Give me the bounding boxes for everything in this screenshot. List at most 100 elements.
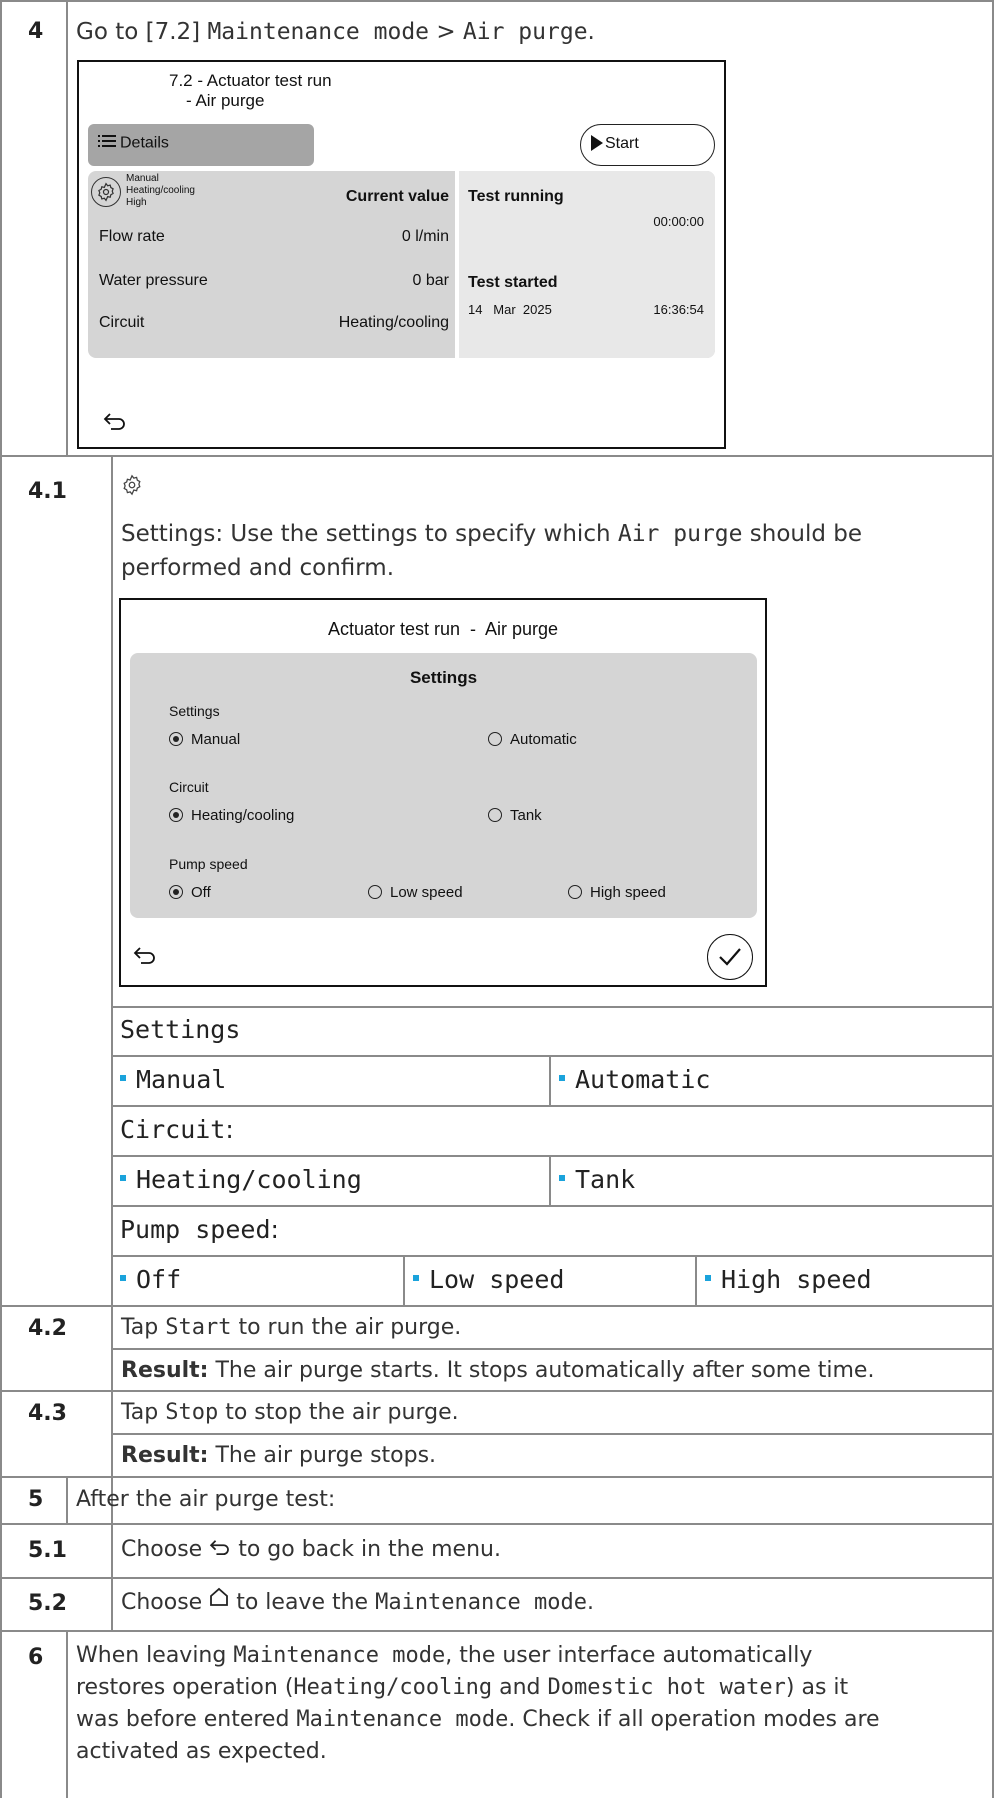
step-5-text: After the air purge test: xyxy=(76,1487,336,1512)
list-item: Heating/cooling xyxy=(120,1165,362,1194)
radio-unselected-icon xyxy=(368,885,382,900)
separator: > xyxy=(429,19,463,45)
radio-manual[interactable]: Manual xyxy=(169,731,240,748)
radio-label: Manual xyxy=(191,731,241,748)
step-number: 5.1 xyxy=(28,1538,67,1563)
step-6-text: When leaving Maintenance mode, the user … xyxy=(76,1640,880,1768)
values-panel: Manual Heating/cooling High Current valu… xyxy=(88,171,715,358)
step-number: 5 xyxy=(28,1487,44,1512)
step-4-2-result: Result: The air purge starts. It stops a… xyxy=(121,1354,874,1387)
list-item: Automatic xyxy=(559,1065,710,1094)
step-text: . Check if all operation modes are xyxy=(508,1707,880,1732)
list-icon xyxy=(98,134,116,153)
result-label: Result: xyxy=(121,1358,209,1383)
option-value: Tank xyxy=(575,1165,636,1194)
step-text: , the user interface automatically xyxy=(445,1643,813,1668)
radio-label: Off xyxy=(191,884,211,901)
column-divider xyxy=(403,1255,405,1305)
row-divider xyxy=(0,1523,994,1525)
step-text: to run the air purge. xyxy=(231,1315,462,1340)
settings-header: Settings xyxy=(120,1015,241,1044)
circuit-header: Circuit: xyxy=(120,1115,234,1144)
list-item: Manual xyxy=(120,1065,226,1094)
row-divider xyxy=(111,1433,994,1435)
step-text: restores operation ( xyxy=(76,1675,294,1700)
row-divider xyxy=(111,1006,994,1008)
column-divider xyxy=(66,0,68,455)
bullet-icon xyxy=(413,1275,419,1281)
radio-selected-icon xyxy=(169,732,183,747)
step-text: When leaving xyxy=(76,1643,234,1668)
step-4-3-text: Tap Stop to stop the air purge. xyxy=(121,1396,459,1429)
result-text: The air purge starts. It stops automatic… xyxy=(208,1358,875,1383)
step-number: 4.3 xyxy=(28,1401,67,1426)
step-text: ) as it xyxy=(785,1675,849,1700)
air-purge-screen: 7.2 - Actuator test run - Air purge Deta… xyxy=(77,60,726,449)
option-value: Low speed xyxy=(429,1265,565,1294)
start-button[interactable]: Start xyxy=(580,124,715,166)
screen-title: Actuator test run - Air purge xyxy=(327,619,559,639)
back-button[interactable] xyxy=(103,412,127,434)
radio-automatic[interactable]: Automatic xyxy=(488,731,577,748)
radio-selected-icon xyxy=(169,885,183,900)
circuit-label: Circuit xyxy=(99,314,145,331)
column-divider xyxy=(695,1255,697,1305)
step-text: was before entered xyxy=(76,1707,297,1732)
column-divider xyxy=(549,1055,551,1105)
row-divider xyxy=(0,455,994,457)
step-4-1-text-line2: performed and confirm. xyxy=(121,555,395,581)
step-text: Settings: Use the settings to specify wh… xyxy=(121,521,618,547)
radio-label: Automatic xyxy=(510,731,577,748)
radio-tank[interactable]: Tank xyxy=(488,807,542,824)
radio-label: Tank xyxy=(510,807,542,824)
bullet-icon xyxy=(705,1275,711,1281)
radio-high-speed[interactable]: High speed xyxy=(568,884,666,901)
step-number: 4.1 xyxy=(28,479,67,504)
current-value-header: Current value xyxy=(345,188,449,205)
result-label: Result: xyxy=(121,1443,209,1468)
test-timer: 00:00:00 xyxy=(653,214,704,229)
step-5-1-text: Choose to go back in the menu. xyxy=(121,1533,501,1567)
water-pressure-value: 0 bar xyxy=(412,272,449,289)
step-text: Tap xyxy=(121,1400,166,1425)
circuit-group-label: Circuit xyxy=(169,779,209,795)
step-text: Choose xyxy=(121,1537,210,1562)
mode-name: Domestic hot water xyxy=(547,1675,786,1700)
header-label: Circuit xyxy=(120,1115,226,1144)
mode-summary: Manual Heating/cooling High xyxy=(126,173,195,209)
step-text: to stop the air purge. xyxy=(218,1400,459,1425)
test-start-date: 14 Mar 2025 xyxy=(468,302,552,317)
pump-speed-group-label: Pump speed xyxy=(169,856,248,872)
menu-item-name: Air purge xyxy=(462,19,588,45)
start-label: Start xyxy=(605,135,639,152)
mode-name: Heating/cooling xyxy=(293,1675,493,1700)
details-button[interactable]: Details xyxy=(88,124,314,166)
colon: : xyxy=(225,1115,234,1144)
pump-speed-header: Pump speed: xyxy=(120,1215,279,1244)
row-divider xyxy=(0,1476,994,1478)
mode-speed: High xyxy=(126,197,147,208)
menu-item-name: Air purge xyxy=(617,521,743,547)
bullet-icon xyxy=(120,1275,126,1281)
command-name: Stop xyxy=(165,1400,219,1425)
row-divider xyxy=(111,1348,994,1350)
step-text: to leave the xyxy=(229,1590,376,1615)
settings-screen: Actuator test run - Air purge Settings S… xyxy=(119,598,767,987)
bullet-icon xyxy=(559,1175,565,1181)
text-line: When leaving Maintenance mode, the user … xyxy=(76,1640,880,1672)
row-divider xyxy=(0,1305,994,1307)
settings-gear-button[interactable] xyxy=(91,177,121,207)
radio-off[interactable]: Off xyxy=(169,884,211,901)
step-text: to go back in the menu. xyxy=(231,1537,501,1562)
colon: : xyxy=(270,1215,279,1244)
gear-icon xyxy=(121,474,143,500)
back-button[interactable] xyxy=(133,946,157,968)
confirm-button[interactable] xyxy=(707,934,753,980)
text-line: activated as expected. xyxy=(76,1739,327,1764)
column-divider xyxy=(66,1476,68,1523)
step-number: 6 xyxy=(28,1645,44,1670)
row-divider xyxy=(0,1630,994,1632)
radio-heating-cooling[interactable]: Heating/cooling xyxy=(169,807,294,824)
menu-name: Maintenance mode xyxy=(375,1590,587,1615)
radio-low-speed[interactable]: Low speed xyxy=(368,884,463,901)
